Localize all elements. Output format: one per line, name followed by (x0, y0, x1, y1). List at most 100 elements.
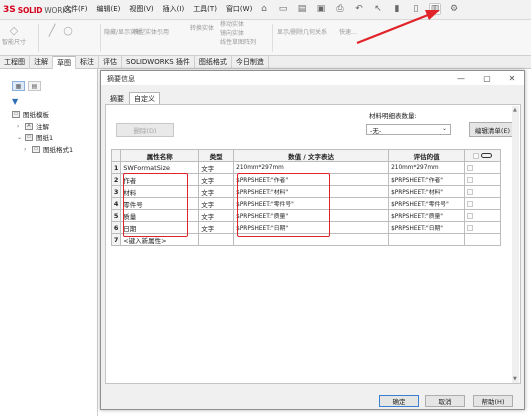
linear-array-label[interactable]: 线性草图阵列 (220, 38, 256, 47)
header-row-number (110, 149, 122, 162)
type-cell[interactable]: 文字 (198, 221, 235, 234)
menu-window[interactable]: 窗口(W) (226, 4, 252, 14)
tab-sketch[interactable]: 草图 (53, 56, 76, 69)
options-gear-icon[interactable]: ⚙ (448, 3, 460, 15)
menu-tools[interactable]: 工具(T) (193, 4, 217, 14)
tab-evaluate[interactable]: 评估 (99, 56, 122, 69)
tree-item-format1[interactable]: › ▭ 图纸格式1 (24, 144, 73, 154)
undo-icon[interactable]: ↶ (353, 3, 365, 15)
header-value-expression: 数值 / 文字表达 (233, 149, 390, 162)
quick-snaps-tool[interactable]: 快速... (339, 28, 357, 37)
type-cell[interactable] (198, 233, 235, 246)
model-reference-label: 模型实体引用 (133, 29, 170, 36)
minimize-icon[interactable]: — (455, 73, 467, 83)
dialog-title: 摘要信息 (107, 75, 135, 83)
row-checkbox[interactable] (467, 164, 474, 171)
annotation-box-property-names (123, 173, 188, 237)
type-cell[interactable]: 文字 (198, 197, 235, 210)
tree-item-root[interactable]: ▭ 图纸模板 (12, 109, 49, 119)
bom-quantity-select[interactable]: -无- ⌄ (366, 124, 451, 135)
smart-dimension-icon: ◇ (9, 23, 19, 37)
row-checkbox[interactable] (467, 224, 474, 231)
evaluated-value-cell: $PRPSHEET:"日期" (388, 221, 466, 234)
select-all-checkbox[interactable] (472, 152, 479, 159)
link-cell (464, 185, 501, 198)
row-checkbox[interactable] (467, 200, 474, 207)
menu-file[interactable]: 文件(F) (64, 4, 88, 14)
sheet-format-icon: ▭ (32, 145, 40, 153)
logo-solid-text: SOLID (17, 5, 43, 15)
type-cell[interactable]: 文字 (198, 173, 235, 186)
print-icon[interactable]: ⎙ (334, 3, 346, 15)
annotation-folder-icon: A (25, 122, 33, 130)
tab-drawing[interactable]: 工程图 (0, 56, 30, 69)
row-number: 1 (110, 161, 122, 174)
help-button[interactable]: 帮助(H) (473, 395, 513, 407)
convert-entities-tool[interactable]: 转换实体 (190, 24, 214, 33)
file-properties-highlight-icon[interactable]: ▥ (429, 3, 441, 15)
link-cell (464, 233, 501, 246)
header-type: 类型 (198, 149, 235, 162)
edit-list-button[interactable]: 编辑清单(E) (469, 122, 516, 137)
type-cell[interactable]: 文字 (198, 185, 235, 198)
tree-item-annotation[interactable]: › A 注解 (17, 121, 49, 131)
menu-bar: 文件(F) 编辑(E) 视图(V) 插入(I) 工具(T) 窗口(W) (64, 4, 252, 14)
menu-edit[interactable]: 编辑(E) (97, 4, 121, 14)
open-folder-icon[interactable]: ▤ (296, 3, 308, 15)
expand-icon: › (17, 122, 20, 130)
tab-today-manufacture[interactable]: 今日制造 (232, 56, 269, 69)
filter-icon[interactable]: ▼ (12, 97, 18, 106)
scroll-up-icon[interactable]: ▲ (513, 107, 517, 113)
smart-dimension-tool[interactable]: ◇ 智能尺寸 (2, 23, 26, 47)
menu-view[interactable]: 视图(V) (129, 4, 153, 14)
value-cell[interactable]: 210mm*297mm (233, 161, 390, 174)
command-manager: ◇ 智能尺寸 ╱ ○ 隐藏/显示实体 模型实体引用 转换实体 移动实体 镜向实体… (0, 20, 531, 56)
tab-markup[interactable]: 标注 (76, 56, 99, 69)
model-reference-tool[interactable]: 模型实体引用 (133, 28, 169, 37)
tab-addins[interactable]: SOLIDWORKS 插件 (122, 56, 195, 69)
file-properties-icon[interactable]: ▯ (410, 3, 422, 15)
header-evaluated-value: 评估的值 (388, 149, 466, 162)
menu-insert[interactable]: 插入(I) (163, 4, 185, 14)
evaluated-value-cell: $PRPSHEET:"材料" (388, 185, 466, 198)
row-checkbox[interactable] (467, 176, 474, 183)
scroll-down-icon[interactable]: ▼ (513, 376, 517, 382)
delete-button[interactable]: 删除(D) (116, 123, 174, 137)
circle-tool[interactable]: ○ (60, 23, 76, 37)
move-entity-label[interactable]: 移动实体 (220, 20, 256, 29)
row-number: 3 (110, 185, 122, 198)
cancel-button[interactable]: 取消 (425, 395, 465, 407)
title-bar: 3S SOLID WORKS 文件(F) 编辑(E) 视图(V) 插入(I) 工… (0, 0, 531, 20)
close-icon[interactable]: ✕ (506, 73, 518, 83)
bom-quantity-label: 材料明细表数量: (369, 112, 417, 120)
feature-tree-tab-icon[interactable]: ▦ (12, 81, 25, 91)
line-tool[interactable]: ╱ (44, 23, 60, 37)
home-icon[interactable]: ⌂ (258, 3, 270, 15)
select-icon[interactable]: ↖ (372, 3, 384, 15)
row-checkbox[interactable] (467, 188, 474, 195)
show-relations-tool[interactable]: 显示/删除几何关系 (277, 28, 327, 37)
sheet-icon: ▭ (25, 133, 33, 141)
line-icon: ╱ (48, 23, 56, 37)
tab-annotation[interactable]: 注解 (30, 56, 53, 69)
mirror-entity-label[interactable]: 镜向实体 (220, 29, 256, 38)
row-checkbox[interactable] (467, 212, 474, 219)
link-cell (464, 197, 501, 210)
tab-sheet-format[interactable]: 图纸格式 (195, 56, 232, 69)
ok-button[interactable]: 确定 (379, 395, 419, 407)
vertical-scrollbar[interactable]: ▲ ▼ (512, 106, 519, 383)
table-row[interactable]: 1 SWFormatSize 文字 210mm*297mm 210mm*297m… (110, 161, 501, 174)
type-cell[interactable]: 文字 (198, 161, 235, 174)
link-cell (464, 221, 501, 234)
new-document-icon[interactable]: ▭ (277, 3, 289, 15)
tree-item-sheet1[interactable]: ⌄ ▭ 图纸1 (17, 132, 53, 142)
property-manager-tab-icon[interactable]: ▤ (28, 81, 41, 91)
quick-snaps-label: 快速... (339, 29, 357, 36)
save-icon[interactable]: ▣ (315, 3, 327, 15)
link-cell (464, 173, 501, 186)
maximize-icon[interactable]: ▢ (481, 73, 493, 83)
type-cell[interactable]: 文字 (198, 209, 235, 222)
property-name-cell[interactable]: SWFormatSize (120, 161, 200, 174)
divider (100, 24, 101, 52)
rebuild-icon[interactable]: ▮ (391, 3, 403, 15)
